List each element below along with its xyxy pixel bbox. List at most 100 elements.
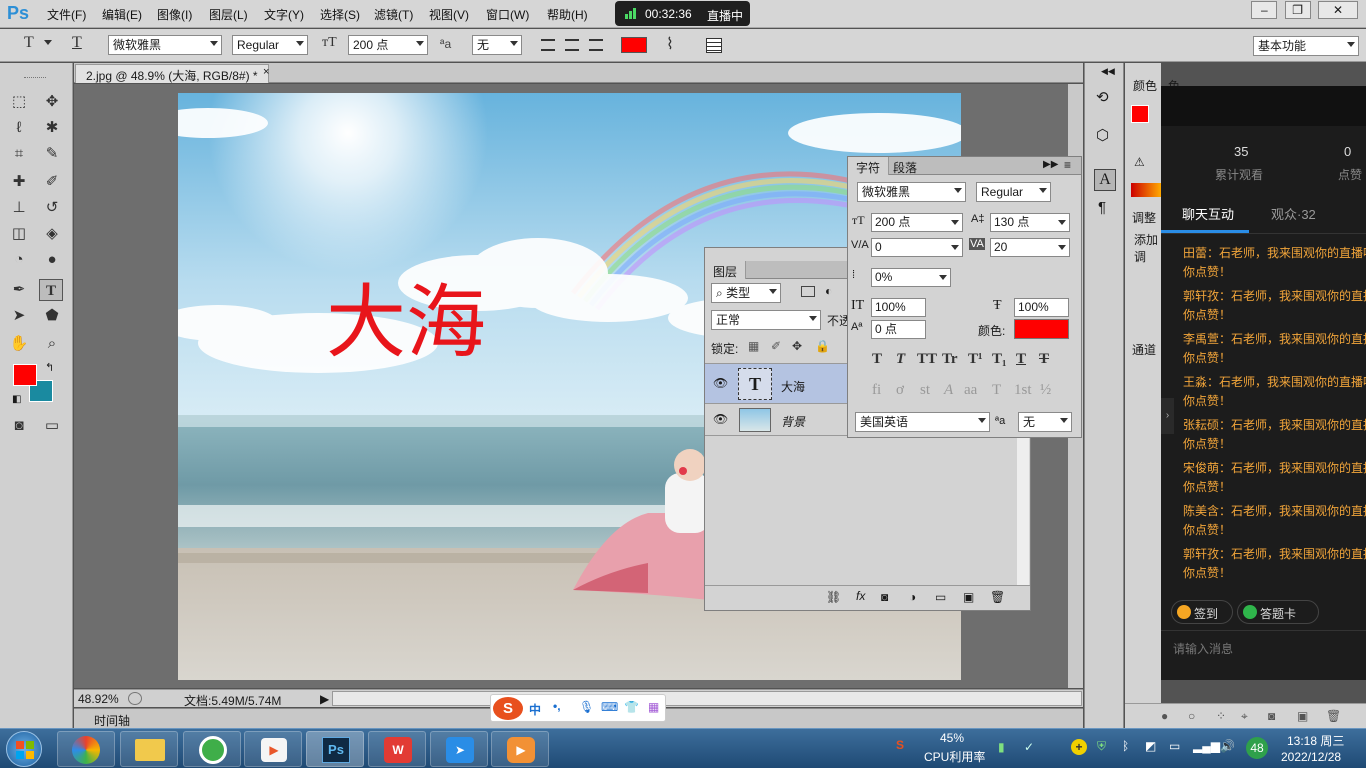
strikethrough-button[interactable]: T xyxy=(1039,351,1049,368)
stylistic-alternates-button[interactable]: aa xyxy=(964,382,977,399)
small-caps-button[interactable]: Tr xyxy=(942,351,958,368)
type-tool[interactable]: T xyxy=(39,279,63,301)
new-group-icon[interactable]: ▭ xyxy=(935,590,946,604)
tab-audience[interactable]: 观众·32 xyxy=(1271,204,1316,223)
swash-button[interactable]: A xyxy=(944,382,953,399)
taskbar-app-dingtalk[interactable]: ➤ xyxy=(430,731,488,767)
char-antialias-select[interactable]: 无 xyxy=(1018,412,1072,432)
chat-input[interactable]: 请输入消息 xyxy=(1173,640,1233,657)
faux-bold-button[interactable]: T xyxy=(872,351,882,368)
path-selection-tool[interactable]: ➤ xyxy=(7,305,31,327)
channel-target-icon[interactable]: ⌖ xyxy=(1241,709,1248,724)
tab-chat[interactable]: 聊天互动 xyxy=(1182,204,1234,223)
signin-button[interactable]: 签到 xyxy=(1171,600,1233,624)
ligature-button[interactable]: fi xyxy=(872,382,881,399)
lock-position-icon[interactable]: ✥ xyxy=(792,339,802,353)
menu-image[interactable]: 图像(I) xyxy=(157,6,192,23)
channels-tab[interactable]: 通道 xyxy=(1132,341,1156,358)
channel-selection-icon[interactable]: ● xyxy=(1161,709,1168,723)
color-tab[interactable]: 颜色 xyxy=(1133,77,1157,94)
channel-new-icon[interactable]: ▣ xyxy=(1297,709,1308,723)
taskbar-app-360[interactable] xyxy=(183,731,241,767)
skin-icon[interactable]: 👕 xyxy=(624,700,639,714)
eyedropper-tool[interactable]: ✎ xyxy=(40,143,64,165)
start-button[interactable] xyxy=(6,731,42,767)
blur-tool[interactable]: ◔ xyxy=(7,249,31,271)
superscript-button[interactable]: T¹ xyxy=(968,351,983,368)
char-font-style-select[interactable]: Regular xyxy=(976,182,1051,202)
character-panel-icon[interactable]: A xyxy=(1094,169,1116,191)
tray-display-icon[interactable]: ▭ xyxy=(1169,739,1180,753)
blend-mode-select[interactable]: 正常 xyxy=(711,310,821,330)
char-size-field[interactable]: 200 点 xyxy=(871,213,963,232)
eraser-tool[interactable]: ◫ xyxy=(7,223,31,245)
move-tool[interactable]: ✥ xyxy=(40,91,64,113)
tray-battery-icon[interactable]: ▮ xyxy=(998,740,1005,754)
fx-icon[interactable]: fx xyxy=(856,589,865,603)
underline-button[interactable]: T xyxy=(1016,351,1026,368)
taskbar-app-player[interactable]: ▶ xyxy=(244,731,302,767)
char-color-swatch[interactable] xyxy=(1014,319,1069,339)
magic-wand-tool[interactable]: ✱ xyxy=(40,117,64,139)
marquee-tool[interactable]: ⬚ xyxy=(7,91,31,113)
contextual-alternates-button[interactable]: ơ xyxy=(896,382,904,399)
char-tsume-field[interactable]: 0% xyxy=(871,268,951,287)
all-caps-button[interactable]: TT xyxy=(917,351,937,368)
char-vertical-scale-field[interactable]: 100% xyxy=(871,298,926,317)
lock-transparent-icon[interactable]: ▦ xyxy=(748,339,759,353)
microphone-icon[interactable]: 🎙 xyxy=(579,700,594,714)
char-leading-field[interactable]: 130 点 xyxy=(990,213,1070,232)
timeline-label[interactable]: 时间轴 xyxy=(94,712,130,729)
lock-pixels-icon[interactable]: ✐ xyxy=(771,339,781,353)
taskbar-app-wps[interactable]: W xyxy=(368,731,426,767)
tray-volume-icon[interactable]: 🔊 xyxy=(1220,739,1235,753)
zoom-tool[interactable]: ⌕ xyxy=(40,333,64,355)
menu-view[interactable]: 视图(V) xyxy=(429,6,469,23)
close-button[interactable]: ✕ xyxy=(1318,1,1358,19)
tray-app-icon[interactable]: ◩ xyxy=(1145,739,1156,753)
adjustment-layer-icon[interactable]: ◑ xyxy=(909,590,916,604)
tray-signal-icon[interactable]: ▂▄▆ xyxy=(1193,739,1220,753)
channel-save-icon[interactable]: ⁘ xyxy=(1216,709,1226,723)
filter-adjust-icon[interactable]: ◐ xyxy=(825,284,832,298)
panel-fg-color[interactable] xyxy=(1131,105,1149,123)
toolbox-icon[interactable]: ▦ xyxy=(648,700,659,714)
history-panel-icon[interactable]: ⟲ xyxy=(1096,88,1109,106)
minimize-button[interactable]: – xyxy=(1251,1,1278,19)
collapse-panel-icon[interactable]: ▶▶ xyxy=(1043,159,1058,170)
menu-window[interactable]: 窗口(W) xyxy=(486,6,529,23)
preset-dropdown-icon[interactable] xyxy=(44,40,52,45)
tools-grip[interactable] xyxy=(24,77,46,79)
text-orientation-icon[interactable]: T xyxy=(72,34,82,52)
menu-select[interactable]: 选择(S) xyxy=(320,6,360,23)
menu-file[interactable]: 文件(F) xyxy=(47,6,86,23)
add-mask-icon[interactable]: ◙ xyxy=(881,590,888,604)
menu-edit[interactable]: 编辑(E) xyxy=(102,6,142,23)
antialias-select[interactable]: 无 xyxy=(472,35,522,55)
layers-scrollbar[interactable] xyxy=(1017,435,1029,585)
lock-all-icon[interactable]: 🔒 xyxy=(815,339,830,353)
answer-card-button[interactable]: 答题卡 xyxy=(1237,600,1319,624)
char-tracking-field[interactable]: 20 xyxy=(990,238,1070,257)
tray-sogou-icon[interactable]: S xyxy=(896,738,904,752)
new-layer-icon[interactable]: ▣ xyxy=(963,590,974,604)
adjustments-tab[interactable]: 调整 xyxy=(1132,209,1156,226)
panel-menu-icon[interactable]: ≡ xyxy=(1064,158,1071,172)
zoom-level[interactable]: 48.92% xyxy=(78,692,119,706)
language-select[interactable]: 美国英语 xyxy=(855,412,990,432)
stamp-tool[interactable]: ⊥ xyxy=(7,197,31,219)
dodge-tool[interactable]: ● xyxy=(40,249,64,271)
link-layers-icon[interactable]: ⛓ xyxy=(826,590,841,604)
canvas-text-layer[interactable]: 大海 xyxy=(326,283,486,363)
tab-layers[interactable]: 图层 xyxy=(705,261,747,279)
lasso-tool[interactable]: ℓ xyxy=(7,117,31,139)
taskbar-app-live[interactable]: ▶ xyxy=(491,731,549,767)
healing-tool[interactable]: ✚ xyxy=(7,171,31,193)
channel-mask-icon[interactable]: ◙ xyxy=(1268,709,1275,723)
collapse-arrows-icon[interactable]: ◀◀ xyxy=(1101,66,1115,77)
text-color-swatch[interactable] xyxy=(621,37,647,53)
quick-mask-icon[interactable]: ◙ xyxy=(7,415,31,437)
menu-type[interactable]: 文字(Y) xyxy=(264,6,304,23)
menu-layer[interactable]: 图层(L) xyxy=(209,6,248,23)
fractions-button[interactable]: ½ xyxy=(1040,382,1051,399)
